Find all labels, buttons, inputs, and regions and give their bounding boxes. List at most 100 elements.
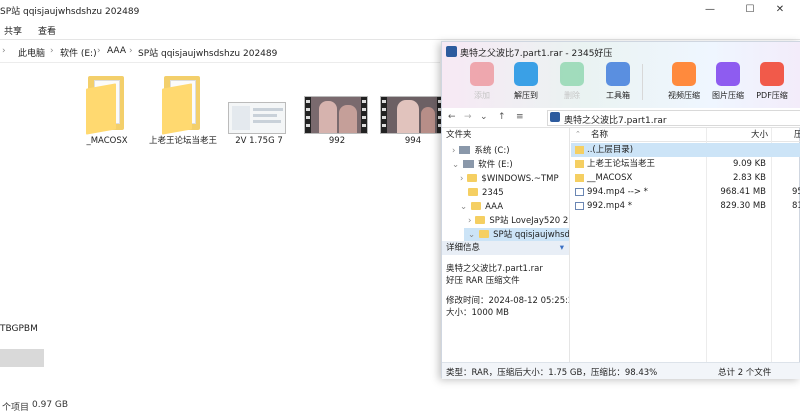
nav-item-label[interactable]: TBGPBM xyxy=(0,324,38,334)
view-icon[interactable]: ≡ xyxy=(516,112,524,122)
folder-icon xyxy=(575,174,584,182)
file-item-macosx[interactable]: _MACOSX xyxy=(72,72,142,162)
file-item-video-992[interactable]: 992 xyxy=(302,72,372,162)
item-count: 个项目 xyxy=(2,403,30,413)
drive-icon xyxy=(459,146,471,154)
image-compress-button[interactable]: 图片压缩 xyxy=(704,60,752,106)
explorer-title: SP站 qqisjaujwhsdshzu 202489 xyxy=(0,7,140,17)
column-packed[interactable]: 压 xyxy=(794,128,800,142)
toolbox-button[interactable]: 工具箱 xyxy=(594,60,642,106)
folder-icon xyxy=(468,188,478,196)
app-logo-icon xyxy=(446,46,457,57)
video-compress-button[interactable]: 视频压缩 xyxy=(660,60,708,106)
breadcrumb-aaa[interactable]: AAA xyxy=(107,46,126,56)
folder-icon xyxy=(475,216,486,224)
breadcrumb-sep: › xyxy=(2,46,6,56)
file-item-label: 994 xyxy=(404,136,422,146)
tree-item-drive-c[interactable]: › 系统 (C:) xyxy=(452,144,510,158)
breadcrumb-sep: › xyxy=(50,46,54,56)
close-button[interactable]: ✕ xyxy=(760,0,800,20)
detail-modified: 修改时间：2024-08-12 05:25:28 xyxy=(446,296,570,306)
navigation-pane: TBGPBM xyxy=(0,64,44,394)
recycle-icon xyxy=(560,62,584,86)
tree-item-drive-e[interactable]: ⌄ 软件 (E:) xyxy=(452,158,513,172)
file-total: 总计 2 个文件 xyxy=(718,368,772,378)
tab-share[interactable]: 共享 xyxy=(4,24,22,37)
tree-item-2345[interactable]: 2345 xyxy=(468,186,504,200)
folder-icon xyxy=(471,202,482,210)
ribbon-tabs: 共享 查看 xyxy=(0,20,800,40)
file-item-label: 992 xyxy=(328,136,346,146)
file-item-label: 2V 1.75G 7 xyxy=(235,136,283,146)
pdf-compress-button[interactable]: PDF压缩 xyxy=(748,60,796,106)
collapse-icon: ▾ xyxy=(559,243,564,253)
archive-summary: 类型：RAR，压缩后大小：1.75 GB，压缩比：98.43% xyxy=(446,368,658,378)
breadcrumb-sep: › xyxy=(97,46,101,56)
list-row[interactable]: __MACOSX 2.83 KB xyxy=(571,171,800,185)
archive-file-icon xyxy=(550,112,560,122)
column-name[interactable]: 名称 xyxy=(591,128,608,142)
drive-icon xyxy=(463,160,475,168)
folder-icon xyxy=(479,230,490,238)
breadcrumb-sep: › xyxy=(129,46,133,56)
add-archive-icon xyxy=(470,62,494,86)
explorer-titlebar: SP站 qqisjaujwhsdshzu 202489 — ☐ ✕ xyxy=(0,0,800,20)
breadcrumb-this-pc[interactable]: 此电脑 xyxy=(18,46,45,59)
folder-icon xyxy=(86,76,126,135)
breadcrumb-drive-e[interactable]: 软件 (E:) xyxy=(60,46,97,59)
breadcrumb-current-folder[interactable]: SP站 qqisjaujwhsdshzu 202489 xyxy=(138,46,277,59)
chevron-down-icon[interactable]: ⌄ xyxy=(480,112,488,122)
archive-title: 奥特之父波比7.part1.rar - 2345好压 xyxy=(460,49,613,59)
toolbox-icon xyxy=(606,62,630,86)
tree-item-windows-tmp[interactable]: › $WINDOWS.~TMP xyxy=(460,172,559,186)
list-row[interactable]: 994.mp4 --> * 968.41 MB 95 xyxy=(571,185,800,199)
extract-button[interactable]: 解压到 xyxy=(502,60,550,106)
list-header: ⌃ 名称 大小 压 xyxy=(571,128,800,142)
list-row[interactable]: 上老王论坛当老王 9.09 KB xyxy=(571,157,800,171)
forward-arrow-icon[interactable]: → xyxy=(464,112,472,122)
up-folder-icon[interactable]: ↑ xyxy=(498,112,506,122)
column-size[interactable]: 大小 xyxy=(751,128,768,142)
archive-address-bar: ← → ⌄ ↑ ≡ 奥特之父波比7.part1.rar xyxy=(442,108,800,128)
video-compress-icon xyxy=(672,62,696,86)
folder-tree-header: 文件夹 xyxy=(446,130,472,140)
archive-window: 奥特之父波比7.part1.rar - 2345好压 添加 解压到 删除 工具箱… xyxy=(441,41,800,379)
minimize-button[interactable]: — xyxy=(690,0,730,20)
video-file-icon xyxy=(575,188,584,196)
back-arrow-icon[interactable]: ← xyxy=(448,112,456,122)
add-button[interactable]: 添加 xyxy=(458,60,506,106)
file-item-laowang[interactable]: 上老王论坛当老王 xyxy=(148,72,218,162)
tree-item-current[interactable]: ⌄ SP站 qqisjaujwhsd xyxy=(464,228,569,242)
list-row[interactable]: 992.mp4 * 829.30 MB 81 xyxy=(571,199,800,213)
breadcrumb[interactable]: › 此电脑 › 软件 (E:) › AAA › SP站 qqisjaujwhsd… xyxy=(0,41,440,63)
image-compress-icon xyxy=(716,62,740,86)
pdf-compress-icon xyxy=(760,62,784,86)
archive-file-list: ⌃ 名称 大小 压 ..(上层目录) 上老王论坛当老王 9.09 KB __MA… xyxy=(571,128,800,362)
sort-up-icon: ⌃ xyxy=(575,130,581,138)
tab-view[interactable]: 查看 xyxy=(38,24,56,37)
details-header[interactable]: 详细信息 ▾ xyxy=(442,241,569,255)
file-item-video-994[interactable]: 994 xyxy=(378,72,448,162)
delete-button[interactable]: 删除 xyxy=(548,60,596,106)
nav-selected-item[interactable] xyxy=(0,349,44,367)
folder-icon xyxy=(162,76,202,135)
archive-path-text: 奥特之父波比7.part1.rar xyxy=(564,116,667,126)
folder-icon xyxy=(467,174,478,182)
file-item-archive[interactable]: 2V 1.75G 7 xyxy=(224,72,294,162)
folder-icon xyxy=(575,146,584,154)
detail-filetype: 好压 RAR 压缩文件 xyxy=(446,276,520,286)
file-item-label: 上老王论坛当老王 xyxy=(148,136,217,146)
tree-item-aaa[interactable]: ⌄ AAA xyxy=(460,200,503,214)
detail-filename: 奥特之父波比7.part1.rar xyxy=(446,264,543,274)
video-file-icon xyxy=(575,202,584,210)
detail-size: 大小：1000 MB xyxy=(446,308,509,318)
tree-item-lovejay[interactable]: › SP站 LoveJay520 2 xyxy=(468,214,568,228)
folder-icon xyxy=(575,160,584,168)
extract-icon xyxy=(514,62,538,86)
archive-path-field[interactable]: 奥特之父波比7.part1.rar xyxy=(547,110,800,126)
archive-thumbnail-icon xyxy=(228,102,286,134)
archive-statusbar: 类型：RAR，压缩后大小：1.75 GB，压缩比：98.43% 总计 2 个文件 xyxy=(442,362,800,379)
toolbar-divider xyxy=(642,64,643,100)
explorer-statusbar: 个项目 0.97 GB xyxy=(0,396,440,416)
list-row-parent[interactable]: ..(上层目录) xyxy=(571,143,800,157)
